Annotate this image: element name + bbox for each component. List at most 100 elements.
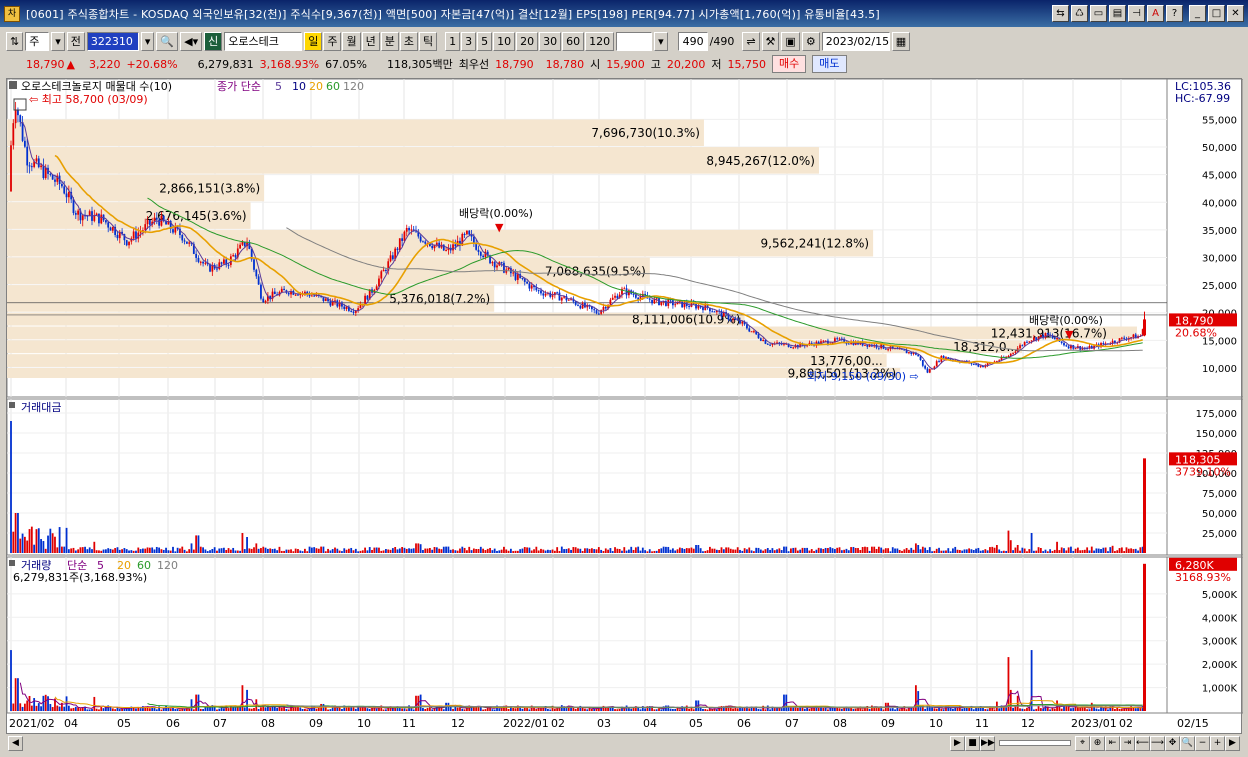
volume-legend-icon[interactable] xyxy=(9,560,15,566)
crosshair-icon[interactable]: ✥ xyxy=(1165,735,1180,751)
candle-body xyxy=(577,304,579,306)
volume-bar xyxy=(174,709,177,711)
chart-scrollbar[interactable]: ◀ ▶ ■ ▶▶ ⌖ ⊕ ⇤ ⇥ ⟵ ⟶ ✥ 🔍 − + ▶ xyxy=(0,734,1248,752)
amount-bar xyxy=(646,551,649,553)
amount-bar xyxy=(933,550,936,553)
shrink-icon[interactable]: ⇤ xyxy=(1105,735,1120,751)
pin-icon[interactable]: ⇅ xyxy=(6,31,24,51)
fit-right-icon[interactable]: ⟶ xyxy=(1150,735,1165,751)
period-tab-5[interactable]: 초 xyxy=(399,31,418,51)
minimize-button[interactable]: _ xyxy=(1189,5,1206,22)
interval-dropdown-icon[interactable]: ▾ xyxy=(654,31,668,51)
volume-bar xyxy=(169,708,172,711)
stock-chart[interactable]: 55,000 50,000 45,000 40,000 35,000 30,000 25,0… xyxy=(7,79,1243,735)
print-icon[interactable]: ▤ xyxy=(1109,5,1126,22)
mode-dropdown-icon[interactable]: ▾ xyxy=(51,31,65,51)
stock-code-input[interactable]: 322310 xyxy=(86,31,139,51)
calendar-icon[interactable]: ▦ xyxy=(891,31,911,51)
volume-bar xyxy=(901,708,903,711)
interval-button-1[interactable]: 1 xyxy=(445,31,461,51)
period-tab-2[interactable]: 월 xyxy=(342,31,361,51)
interval-button-20[interactable]: 20 xyxy=(516,31,539,51)
amount-bar xyxy=(403,547,406,553)
amount-bar xyxy=(584,548,586,553)
close-button[interactable]: ✕ xyxy=(1227,5,1244,22)
amount-bar xyxy=(509,548,512,553)
period-tab-4[interactable]: 분 xyxy=(380,31,399,51)
font-icon[interactable]: A xyxy=(1147,5,1164,22)
sell-button[interactable]: 매도 xyxy=(812,55,847,73)
link-icon[interactable]: ⇆ xyxy=(1052,5,1069,22)
interval-button-120[interactable]: 120 xyxy=(585,31,615,51)
play-icon[interactable]: ▶ xyxy=(950,735,965,751)
candle-body xyxy=(579,305,582,309)
amount-bar xyxy=(260,548,262,553)
sync-icon[interactable]: ♺ xyxy=(1071,5,1088,22)
scroll-right-icon[interactable]: ▶ xyxy=(1225,735,1240,751)
amount-bar xyxy=(86,549,89,553)
amount-bar xyxy=(116,547,119,553)
stop-icon[interactable]: ■ xyxy=(965,735,980,751)
speaker-icon[interactable]: ◀▾ xyxy=(180,31,203,51)
period-tab-6[interactable]: 틱 xyxy=(418,31,438,51)
interval-button-5[interactable]: 5 xyxy=(477,31,493,51)
interval-button-10[interactable]: 10 xyxy=(493,31,516,51)
candle-body xyxy=(1074,348,1077,350)
open-price: 15,900 xyxy=(606,57,645,71)
candle-body xyxy=(1063,342,1065,346)
period-tab-1[interactable]: 주 xyxy=(323,31,342,51)
volume-legend-ma-120: 120 xyxy=(157,559,178,572)
candle-body xyxy=(144,224,147,231)
search-icon[interactable]: 🔍 xyxy=(156,31,179,51)
settings-gear-icon[interactable]: ⚙ xyxy=(801,31,820,51)
interval-button-60[interactable]: 60 xyxy=(562,31,585,51)
amount-bar xyxy=(947,548,950,553)
volume-bar xyxy=(304,708,306,711)
mode-select[interactable]: 주 xyxy=(25,31,50,51)
scroll-left-icon[interactable]: ◀ xyxy=(8,735,23,751)
amount-bar xyxy=(100,550,103,553)
fast-forward-icon[interactable]: ▶▶ xyxy=(980,735,995,751)
interval-button-30[interactable]: 30 xyxy=(539,31,562,51)
cursor-tool-icon[interactable]: ⌖ xyxy=(1075,735,1090,751)
scroll-track[interactable] xyxy=(999,740,1071,746)
split-icon[interactable]: ⊣ xyxy=(1128,5,1145,22)
price-tick-2: 45,000 xyxy=(1202,171,1237,182)
stock-name-field[interactable]: 오로스테크 xyxy=(224,31,303,51)
amount-bar xyxy=(850,547,852,553)
code-dropdown-icon[interactable]: ▾ xyxy=(140,31,155,51)
save-icon[interactable]: ▣ xyxy=(781,31,800,51)
amount-bar xyxy=(442,546,445,553)
zoom-out-icon[interactable]: − xyxy=(1195,735,1210,751)
help-icon[interactable]: ? xyxy=(1166,5,1183,22)
scroll-tool-icon[interactable]: ⇌ xyxy=(742,31,760,51)
count-input[interactable]: 490 xyxy=(677,31,708,51)
zoom-range-icon[interactable]: ⊕ xyxy=(1090,735,1105,751)
period-tab-0[interactable]: 일 xyxy=(304,31,323,51)
legend-toggle-icon[interactable] xyxy=(9,81,17,89)
prev-button[interactable]: 전 xyxy=(66,31,85,51)
amount-legend-icon[interactable] xyxy=(9,402,15,408)
interval-custom-input[interactable] xyxy=(616,31,653,51)
volume-bar xyxy=(1070,708,1072,711)
volume-bar xyxy=(982,707,984,711)
magnifier-icon[interactable]: 🔍 xyxy=(1180,735,1195,751)
zoom-in-icon[interactable]: + xyxy=(1210,735,1225,751)
maximize-button[interactable]: □ xyxy=(1208,5,1225,22)
volume-bar xyxy=(1095,708,1098,711)
fit-left-icon[interactable]: ⟵ xyxy=(1135,735,1150,751)
window-icon[interactable]: ▭ xyxy=(1090,5,1107,22)
amount-bar xyxy=(111,549,114,553)
profile-band-10 xyxy=(7,354,887,367)
date-input[interactable]: 2023/02/15 xyxy=(821,31,890,51)
expand-icon[interactable]: ⇥ xyxy=(1120,735,1135,751)
amount-bar xyxy=(347,548,350,553)
interval-button-3[interactable]: 3 xyxy=(461,31,477,51)
amount-bar xyxy=(306,551,309,553)
candle-body xyxy=(65,193,68,198)
buy-button[interactable]: 매수 xyxy=(772,55,807,73)
chart-area[interactable]: 55,000 50,000 45,000 40,000 35,000 30,000 25,0… xyxy=(6,78,1243,735)
volume-bar xyxy=(1033,709,1035,711)
indicator-icon[interactable]: ⚒ xyxy=(761,31,780,51)
period-tab-3[interactable]: 년 xyxy=(361,31,380,51)
